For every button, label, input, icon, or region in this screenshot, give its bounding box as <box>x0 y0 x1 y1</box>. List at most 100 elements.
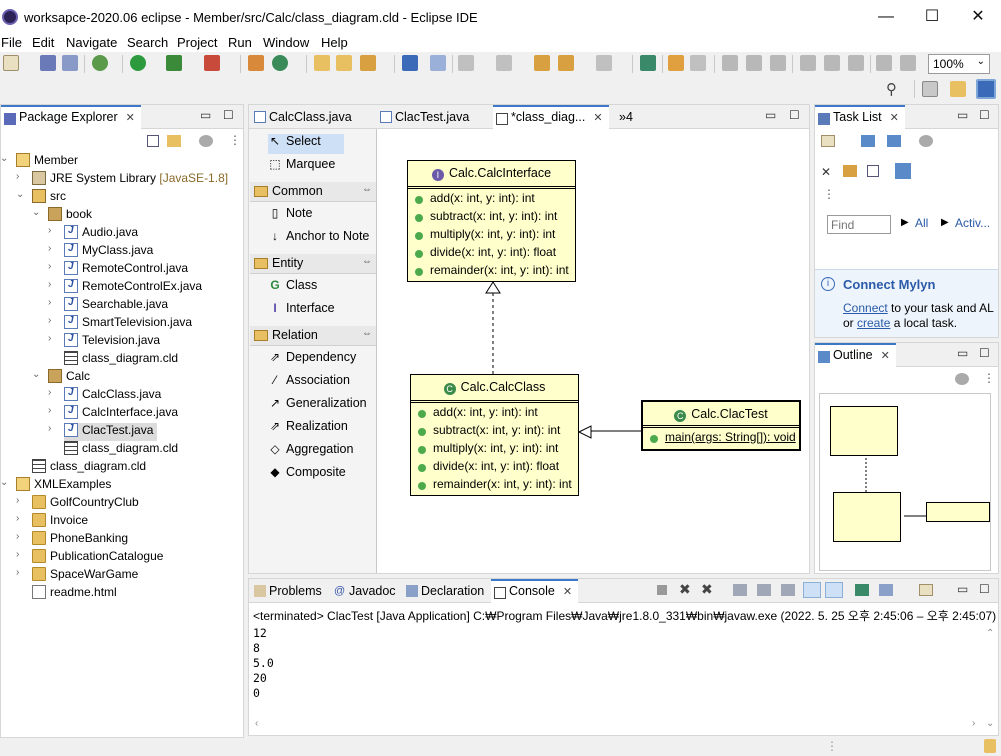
chevron-right-icon[interactable]: › <box>16 549 19 560</box>
chevron-down-icon[interactable]: ⌄ <box>32 369 40 380</box>
java-perspective-icon[interactable] <box>950 81 966 97</box>
maximize-icon[interactable]: ☐ <box>979 108 990 122</box>
tab-javadoc[interactable]: @ Javadoc <box>331 579 402 603</box>
collapse-all-icon[interactable] <box>867 165 879 177</box>
filter-icon[interactable] <box>919 135 933 147</box>
collapse-icon[interactable]: ⇔ <box>362 184 372 195</box>
menu-file[interactable]: File <box>1 35 22 50</box>
open-type-icon[interactable] <box>314 55 330 71</box>
palette-note[interactable]: ▯ Note <box>268 206 313 226</box>
close-icon[interactable]: ✕ <box>593 112 602 124</box>
align-right-icon[interactable] <box>770 55 786 71</box>
palette-aggregation[interactable]: ◇ Aggregation <box>268 442 353 462</box>
palette-drawer-common[interactable]: Common ⇔ <box>250 182 376 202</box>
debug-perspective-icon[interactable] <box>976 79 996 99</box>
align-bottom-icon[interactable] <box>848 55 864 71</box>
create-link[interactable]: create <box>857 316 890 330</box>
chevron-right-icon[interactable]: › <box>48 243 51 254</box>
chevron-right-icon[interactable]: › <box>16 171 19 182</box>
maximize-button[interactable]: ☐ <box>917 6 947 28</box>
chevron-right-icon[interactable]: › <box>48 261 51 272</box>
close-icon[interactable]: ✕ <box>890 112 899 124</box>
chevron-down-icon[interactable]: ⌄ <box>32 207 40 218</box>
tree-item-file[interactable]: class_diagram.cld <box>64 441 178 459</box>
connect-link[interactable]: Connect <box>843 301 888 315</box>
palette-generalization[interactable]: ↗ Generalization <box>268 396 367 416</box>
collapse-icon[interactable]: ⇔ <box>362 256 372 267</box>
tree-item-file-selected[interactable]: › ClacTest.java <box>48 423 158 441</box>
tree-item-calc[interactable]: ⌄ Calc <box>32 369 90 387</box>
palette-anchor[interactable]: ↓ Anchor to Note <box>268 229 369 249</box>
tip-icon[interactable] <box>984 739 996 753</box>
maximize-icon[interactable]: ☐ <box>979 582 990 596</box>
chevron-right-icon[interactable]: › <box>48 225 51 236</box>
chevron-right-icon[interactable]: › <box>48 279 51 290</box>
remove-all-icon[interactable]: ✖ <box>701 581 713 598</box>
match-height-icon[interactable] <box>900 55 916 71</box>
tree-item-file[interactable]: class_diagram.cld <box>64 351 178 369</box>
minimize-icon[interactable]: ▭ <box>200 108 211 122</box>
tab-overflow[interactable]: »4 <box>615 105 639 129</box>
tree-item-file[interactable]: › CalcInterface.java <box>48 405 178 423</box>
back-icon[interactable] <box>558 55 574 71</box>
close-icon[interactable]: ✕ <box>563 586 572 598</box>
align-top-icon[interactable] <box>800 55 816 71</box>
last-edit-icon[interactable] <box>534 55 550 71</box>
all-link[interactable]: All <box>915 216 928 230</box>
chevron-down-icon[interactable]: ⌄ <box>0 477 8 488</box>
show-on-output-icon[interactable] <box>803 582 821 598</box>
scroll-right-icon[interactable]: › <box>972 718 975 729</box>
maximize-icon[interactable]: ☐ <box>979 346 990 360</box>
tab-declaration[interactable]: Declaration <box>403 579 490 603</box>
tree-item-file[interactable]: › CalcClass.java <box>48 387 161 405</box>
tree-item-file[interactable]: readme.html <box>32 585 117 603</box>
palette-drawer-relation[interactable]: Relation ⇔ <box>250 326 376 346</box>
tree-item-member[interactable]: ⌄ Member <box>0 153 78 171</box>
show-on-error-icon[interactable] <box>825 582 843 598</box>
align-center-icon[interactable] <box>746 55 762 71</box>
chevron-right-icon[interactable]: › <box>16 495 19 506</box>
tree-item-file[interactable]: › RemoteControlEx.java <box>48 279 202 297</box>
view-menu-icon[interactable]: ⋮ <box>229 133 241 147</box>
minimize-icon[interactable]: ▭ <box>957 346 968 360</box>
find-input[interactable] <box>827 215 891 234</box>
tab-outline[interactable]: Outline ✕ <box>815 343 896 367</box>
tree-item-folder[interactable]: › PublicationCatalogue <box>16 549 163 567</box>
pin-editor-icon[interactable] <box>640 55 656 71</box>
chevron-right-icon[interactable]: › <box>48 423 51 434</box>
palette-realization[interactable]: ⇗ Realization <box>268 419 348 439</box>
save-all-icon[interactable] <box>62 55 78 71</box>
chevron-right-icon[interactable]: › <box>48 333 51 344</box>
word-wrap-icon[interactable] <box>781 584 795 596</box>
tree-item-folder[interactable]: › SpaceWarGame <box>16 567 138 585</box>
link-editor-icon[interactable] <box>167 135 181 147</box>
chevron-right-icon[interactable]: › <box>48 387 51 398</box>
chevron-right-icon[interactable]: › <box>48 405 51 416</box>
maximize-icon[interactable]: ☐ <box>223 108 234 122</box>
zoom-select[interactable]: 100% ⌄ <box>928 54 990 74</box>
tree-item-file[interactable]: › Audio.java <box>48 225 138 243</box>
menu-navigate[interactable]: Navigate <box>66 35 117 50</box>
pin-console-icon[interactable] <box>855 584 869 596</box>
minimize-icon[interactable]: ▭ <box>957 582 968 596</box>
focus-icon[interactable] <box>843 165 857 177</box>
tree-item-file[interactable]: class_diagram.cld <box>32 459 146 477</box>
tree-item-file[interactable]: › Television.java <box>48 333 160 351</box>
hide-completed-icon[interactable]: ✕ <box>821 165 831 179</box>
debug-icon[interactable] <box>92 55 108 71</box>
tree-item-src[interactable]: ⌄ src <box>16 189 66 207</box>
chevron-right-icon[interactable]: › <box>16 567 19 578</box>
palette-association[interactable]: ⁄ Association <box>268 373 350 393</box>
menu-search[interactable]: Search <box>127 35 168 50</box>
menu-edit[interactable]: Edit <box>32 35 54 50</box>
scheduled-icon[interactable] <box>887 135 901 147</box>
new-task-icon[interactable] <box>821 135 835 147</box>
close-icon[interactable]: ✕ <box>881 350 890 362</box>
collapse-all-icon[interactable] <box>147 135 159 147</box>
uml-interface-calcinterface[interactable]: I Calc.CalcInterface add(x: int, y: int):… <box>407 160 576 282</box>
uml-class-calcclass[interactable]: C Calc.CalcClass add(x: int, y: int): int… <box>410 374 579 496</box>
tree-item-jre[interactable]: › JRE System Library [JavaSE-1.8] <box>16 171 228 189</box>
tree-item-folder[interactable]: › GolfCountryClub <box>16 495 139 513</box>
minimize-icon[interactable]: ▭ <box>957 108 968 122</box>
redo-icon[interactable] <box>690 55 706 71</box>
